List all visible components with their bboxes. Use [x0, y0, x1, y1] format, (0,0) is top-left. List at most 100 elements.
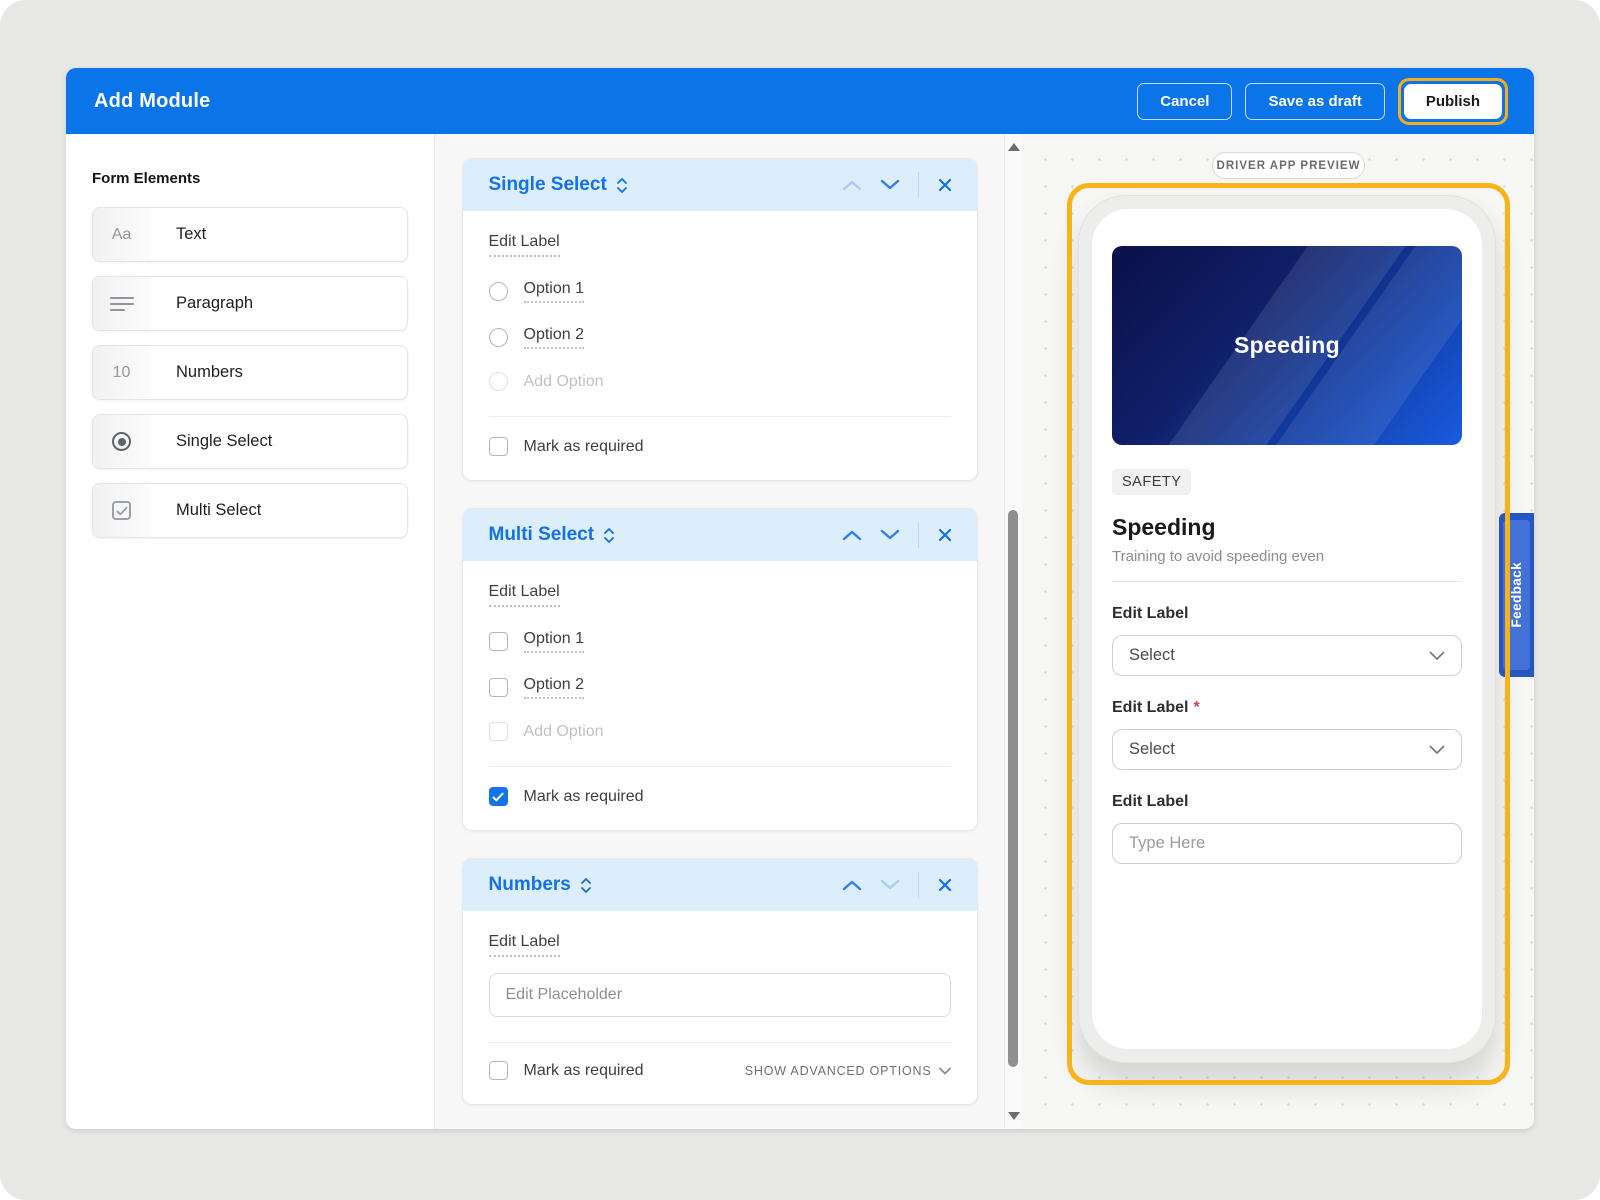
feedback-tab-inner: Feedback: [1503, 520, 1530, 670]
option-label[interactable]: Option 1: [524, 630, 584, 653]
remove-card-button[interactable]: [937, 527, 953, 543]
card-drag-handle[interactable]: Multi Select: [489, 524, 616, 546]
checkbox-icon: [93, 484, 150, 537]
chevron-up-icon: [842, 529, 862, 541]
chevron-up-icon: [842, 179, 862, 191]
sidebar-item-text[interactable]: Aa Text: [92, 207, 408, 262]
sidebar-item-paragraph[interactable]: Paragraph: [92, 276, 408, 331]
category-tag: SAFETY: [1112, 469, 1191, 495]
editor-scrollbar: [1004, 134, 1022, 1129]
divider: [489, 1042, 951, 1043]
sidebar-item-multi-select[interactable]: Multi Select: [92, 483, 408, 538]
sidebar-item-single-select[interactable]: Single Select: [92, 414, 408, 469]
feedback-label: Feedback: [1509, 562, 1524, 627]
cancel-button[interactable]: Cancel: [1137, 83, 1232, 120]
feedback-tab[interactable]: Feedback: [1499, 513, 1534, 677]
move-up-button[interactable]: [842, 529, 862, 541]
page-background: Add Module Cancel Save as draft Publish …: [0, 0, 1600, 1200]
option-label[interactable]: Option 1: [524, 280, 584, 303]
module-banner-image: Speeding: [1112, 246, 1462, 445]
mark-required-checkbox[interactable]: [489, 1061, 508, 1080]
required-row: Mark as required: [489, 437, 951, 456]
mark-required-checkbox[interactable]: [489, 787, 508, 806]
text-field-input[interactable]: [1112, 823, 1462, 864]
close-icon: [937, 877, 953, 893]
option-row: Option 1: [489, 630, 951, 653]
sidebar-item-label: Single Select: [176, 432, 272, 451]
divider: [918, 872, 919, 898]
radio-control: [489, 372, 508, 391]
option-label[interactable]: Option 2: [524, 326, 584, 349]
card-title: Single Select: [489, 174, 607, 196]
move-down-button[interactable]: [880, 879, 900, 891]
form-elements-sidebar: Form Elements Aa Text Paragraph 10 Numbe…: [66, 134, 434, 1129]
sidebar-item-label: Multi Select: [176, 501, 261, 520]
scroll-up-arrow[interactable]: [1008, 143, 1020, 151]
banner-title: Speeding: [1234, 332, 1340, 359]
save-as-draft-button[interactable]: Save as draft: [1245, 83, 1384, 120]
mark-required-label: Mark as required: [524, 438, 644, 456]
multi-select-card: Multi Select: [462, 508, 978, 831]
checkbox-control[interactable]: [489, 632, 508, 651]
card-drag-handle[interactable]: Single Select: [489, 174, 628, 196]
add-option-label: Add Option: [524, 373, 604, 391]
chevron-down-icon: [880, 879, 900, 891]
sidebar-item-label: Numbers: [176, 363, 243, 382]
radio-control[interactable]: [489, 328, 508, 347]
required-row: Mark as required: [489, 1061, 644, 1080]
select-dropdown[interactable]: Select: [1112, 635, 1462, 676]
sidebar-item-label: Text: [176, 225, 206, 244]
scrollbar-thumb[interactable]: [1008, 510, 1018, 1067]
checkbox-control: [489, 722, 508, 741]
select-dropdown[interactable]: Select: [1112, 729, 1462, 770]
move-down-button[interactable]: [880, 179, 900, 191]
edit-label-field[interactable]: Edit Label: [489, 933, 560, 957]
scroll-down-arrow[interactable]: [1008, 1112, 1020, 1120]
single-select-card: Single Select: [462, 158, 978, 481]
radio-icon: [93, 415, 150, 468]
header-actions: Cancel Save as draft Publish: [1137, 78, 1508, 125]
paragraph-icon: [93, 277, 150, 330]
phone-screen: Speeding SAFETY Speeding Training to avo…: [1092, 209, 1482, 1049]
add-module-window: Add Module Cancel Save as draft Publish …: [66, 68, 1534, 1129]
sort-icon: [580, 877, 592, 894]
show-advanced-options-button[interactable]: SHOW ADVANCED OPTIONS: [745, 1064, 951, 1078]
multi-select-card-header: Multi Select: [463, 509, 977, 561]
mark-required-checkbox[interactable]: [489, 437, 508, 456]
remove-card-button[interactable]: [937, 177, 953, 193]
publish-highlight-ring: Publish: [1398, 78, 1508, 125]
card-title: Numbers: [489, 874, 571, 896]
required-asterisk: *: [1193, 699, 1199, 717]
module-editor-panel: Single Select: [434, 134, 1004, 1129]
chevron-down-icon: [939, 1067, 951, 1075]
field-label: Edit Label: [1112, 793, 1462, 811]
radio-control[interactable]: [489, 282, 508, 301]
add-option-row[interactable]: Add Option: [489, 722, 951, 741]
sort-icon: [616, 177, 628, 194]
add-option-row[interactable]: Add Option: [489, 372, 951, 391]
edit-label-field[interactable]: Edit Label: [489, 233, 560, 257]
option-row: Option 2: [489, 326, 951, 349]
divider: [489, 416, 951, 417]
move-down-button[interactable]: [880, 529, 900, 541]
phone-mockup: Speeding SAFETY Speeding Training to avo…: [1078, 195, 1496, 1063]
remove-card-button[interactable]: [937, 877, 953, 893]
numbers-card: Numbers: [462, 858, 978, 1105]
module-title: Speeding: [1112, 514, 1462, 541]
checkbox-control[interactable]: [489, 678, 508, 697]
move-up-button[interactable]: [842, 179, 862, 191]
publish-button[interactable]: Publish: [1404, 84, 1502, 119]
chevron-down-icon: [1429, 651, 1445, 661]
option-row: Option 2: [489, 676, 951, 699]
edit-label-field[interactable]: Edit Label: [489, 583, 560, 607]
close-icon: [937, 527, 953, 543]
sidebar-item-numbers[interactable]: 10 Numbers: [92, 345, 408, 400]
preview-badge: DRIVER APP PREVIEW: [1212, 152, 1365, 179]
card-drag-handle[interactable]: Numbers: [489, 874, 592, 896]
edit-placeholder-input[interactable]: [489, 973, 951, 1017]
mark-required-label: Mark as required: [524, 788, 644, 806]
required-row: Mark as required: [489, 787, 951, 806]
move-up-button[interactable]: [842, 879, 862, 891]
sidebar-heading: Form Elements: [92, 170, 408, 187]
option-label[interactable]: Option 2: [524, 676, 584, 699]
